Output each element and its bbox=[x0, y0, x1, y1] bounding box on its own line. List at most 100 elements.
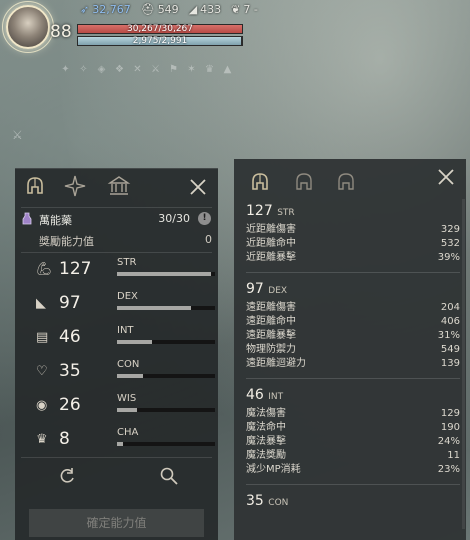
buff-icon[interactable]: ✶ bbox=[186, 64, 197, 75]
potion-icon bbox=[22, 212, 32, 225]
buff-icon[interactable]: ◈ bbox=[96, 64, 107, 75]
con-details-section: 35 CON bbox=[234, 493, 466, 513]
section-heading: 97 DEX bbox=[246, 281, 460, 301]
compass-star-icon bbox=[64, 175, 86, 197]
buff-icon[interactable]: ✦ bbox=[60, 64, 71, 75]
tab-details-dex[interactable] bbox=[290, 170, 318, 198]
section-value: 97 bbox=[246, 281, 264, 297]
buff-bar: ✦ ✧ ◈ ❖ ✕ ⚔ ⚑ ✶ ♛ ▲ bbox=[60, 64, 233, 75]
elixir-row: 萬能藥 30/30 ! bbox=[15, 208, 218, 230]
buff-icon[interactable]: ⚑ bbox=[168, 64, 179, 75]
stat-details-panel: 127 STR 近距離傷害 329 近距離命中 532 近距離暴擊 39% 97 DE… bbox=[234, 159, 466, 540]
helmet-icon bbox=[252, 173, 268, 190]
section-value: 127 bbox=[246, 203, 273, 219]
section-heading: 35 CON bbox=[246, 493, 460, 513]
details-tabs bbox=[234, 159, 466, 203]
stat-value: 26 bbox=[59, 395, 81, 415]
detail-row: 遠距離命中 406 bbox=[246, 316, 460, 327]
int-details-section: 46 INT 魔法傷害 129 魔法命中 190 魔法暴擊 24% 魔法獎勵 11 減少… bbox=[234, 387, 466, 485]
tab-collection[interactable] bbox=[105, 174, 133, 202]
mp-bar: 2,975/2,991 bbox=[77, 36, 243, 46]
wing-icon: ❦ bbox=[231, 3, 241, 16]
stat-row-int[interactable]: ▤ 46 INT bbox=[15, 321, 218, 355]
stat-bar-fill bbox=[117, 374, 144, 378]
stat-row-cha[interactable]: ♛ 8 CHA bbox=[15, 423, 218, 457]
hp-bar: 30,267/30,267 bbox=[77, 24, 243, 34]
panel-tabs bbox=[15, 169, 218, 207]
mp-text: 2,975/2,991 bbox=[132, 36, 188, 46]
stat-row-con[interactable]: ♡ 35 CON bbox=[15, 355, 218, 389]
arm-icon: 💪︎ bbox=[36, 262, 53, 277]
helmet-icon bbox=[27, 177, 43, 194]
detail-row: 近距離暴擊 39% bbox=[246, 252, 460, 263]
top-stats: ➶ 32,767 ⛑ 549 ◢ 433 ❦ 7 - bbox=[80, 3, 258, 16]
stat-value: 35 bbox=[59, 361, 81, 381]
helmet-icon bbox=[338, 173, 354, 190]
section-stat: DEX bbox=[268, 286, 288, 296]
stat-value: 46 bbox=[59, 327, 81, 347]
stat-bar-fill bbox=[117, 408, 137, 412]
stat-name: WIS bbox=[117, 393, 137, 404]
detail-row: 魔法傷害 129 bbox=[246, 408, 460, 419]
info-button[interactable]: ! bbox=[198, 212, 211, 225]
divider bbox=[246, 272, 460, 273]
stat-row-str[interactable]: 💪︎ 127 STR bbox=[15, 253, 218, 287]
buff-icon[interactable]: ♛ bbox=[204, 64, 215, 75]
temple-icon bbox=[107, 176, 131, 195]
stat-bar bbox=[117, 442, 215, 446]
detail-row: 近距離傷害 329 bbox=[246, 224, 460, 235]
eye-icon: ◉ bbox=[36, 398, 48, 413]
character-portrait[interactable] bbox=[6, 5, 50, 49]
crown-icon: ♛ bbox=[36, 432, 48, 447]
helmet-icon: ⛑ bbox=[140, 3, 155, 16]
close-icon[interactable] bbox=[188, 177, 208, 197]
section-stat: CON bbox=[268, 498, 289, 508]
section-value: 35 bbox=[246, 493, 264, 509]
detail-row: 物理防禦力 549 bbox=[246, 344, 460, 355]
detail-row: 魔法獎勵 11 bbox=[246, 450, 460, 461]
stat-value: 97 bbox=[59, 293, 81, 313]
buff-icon[interactable]: ❖ bbox=[114, 64, 125, 75]
stat-bar-fill bbox=[117, 306, 192, 310]
helmet-icon bbox=[296, 173, 312, 190]
panel-actions bbox=[15, 458, 218, 494]
stat-name: CHA bbox=[117, 427, 139, 438]
tab-details-str[interactable] bbox=[246, 170, 274, 198]
stat-row-dex[interactable]: ◣ 97 DEX bbox=[15, 287, 218, 321]
search-icon[interactable] bbox=[159, 466, 179, 486]
buff-icon[interactable]: ▲ bbox=[222, 64, 233, 75]
book-icon: ▤ bbox=[36, 330, 49, 345]
detail-row: 魔法命中 190 bbox=[246, 422, 460, 433]
buff-icon[interactable]: ✕ bbox=[132, 64, 143, 75]
stat-name: STR bbox=[117, 257, 137, 268]
top-stat: ◢ 433 bbox=[188, 3, 222, 16]
reset-icon[interactable] bbox=[57, 466, 77, 486]
stat-row-wis[interactable]: ◉ 26 WIS bbox=[15, 389, 218, 423]
section-value: 46 bbox=[246, 387, 264, 403]
stat-value: 8 bbox=[59, 429, 70, 449]
detail-row: 減少MP消耗 23% bbox=[246, 464, 460, 475]
bonus-points-label: 獎勵能力值 bbox=[39, 235, 94, 248]
top-stat: ⛑ 549 bbox=[140, 3, 179, 16]
tab-character[interactable] bbox=[21, 174, 49, 202]
stat-bar bbox=[117, 374, 215, 378]
detail-row: 魔法暴擊 24% bbox=[246, 436, 460, 447]
tab-details-int[interactable] bbox=[332, 170, 360, 198]
divider bbox=[246, 484, 460, 485]
buff-icon[interactable]: ⚔ bbox=[150, 64, 161, 75]
detail-row: 遠距離迴避力 139 bbox=[246, 358, 460, 369]
heart-icon: ♡ bbox=[36, 364, 48, 379]
stat-name: CON bbox=[117, 359, 140, 370]
stat-bar bbox=[117, 340, 215, 344]
stat-name: DEX bbox=[117, 291, 138, 302]
stat-bar-fill bbox=[117, 442, 123, 446]
detail-row: 遠距離傷害 204 bbox=[246, 302, 460, 313]
bonus-points-row: 獎勵能力值 0 bbox=[15, 230, 218, 252]
elixir-label: 萬能藥 bbox=[39, 214, 72, 227]
section-stat: INT bbox=[268, 392, 284, 402]
tab-abilities[interactable] bbox=[61, 174, 89, 202]
confirm-stats-button[interactable]: 確定能力值 bbox=[29, 509, 204, 537]
close-icon[interactable] bbox=[436, 167, 456, 187]
sword-icon[interactable]: ⚔ bbox=[12, 128, 23, 142]
buff-icon[interactable]: ✧ bbox=[78, 64, 89, 75]
